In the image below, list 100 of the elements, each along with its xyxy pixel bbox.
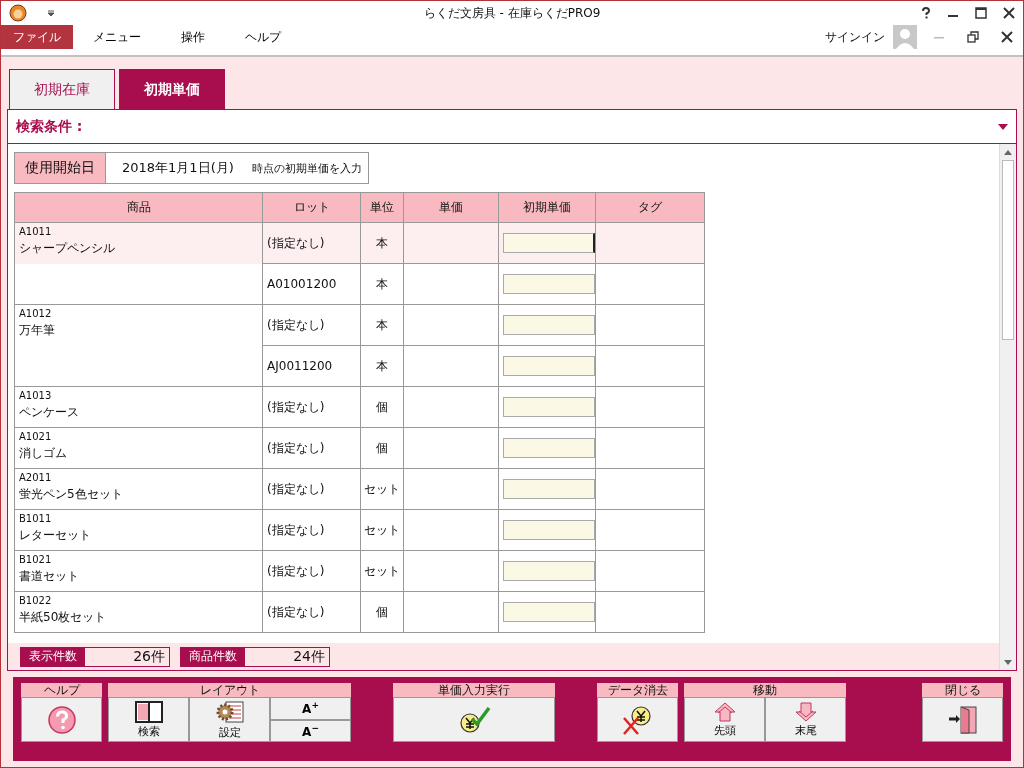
font-size-button[interactable]: A$^{−}$ bbox=[270, 719, 351, 742]
count-label: 商品件数 bbox=[181, 647, 245, 666]
initial-price-input[interactable] bbox=[503, 520, 595, 540]
unit-cell: セット bbox=[364, 564, 400, 578]
sign-in-link[interactable]: サインイン bbox=[825, 28, 885, 46]
initial-price-input[interactable] bbox=[503, 233, 595, 253]
split-pane-icon bbox=[134, 700, 163, 723]
search-conditions-label: 検索条件 : bbox=[16, 117, 83, 136]
font-size-button[interactable]: A$^{+}$ bbox=[270, 697, 351, 720]
product-name: 万年筆 bbox=[19, 323, 56, 338]
product-name: 消しゴム bbox=[19, 446, 68, 461]
initial-price-input[interactable] bbox=[503, 356, 595, 376]
tab[interactable]: 初期単価 bbox=[119, 69, 225, 109]
tab[interactable]: 初期在庫 bbox=[9, 69, 115, 109]
unit-cell: 個 bbox=[376, 441, 388, 455]
initial-price-input[interactable] bbox=[503, 438, 595, 458]
help-icon[interactable] bbox=[921, 7, 931, 19]
first-button[interactable]: 先頭 bbox=[684, 697, 765, 742]
last-button[interactable]: 末尾 bbox=[765, 697, 846, 742]
gear-sheet-icon bbox=[214, 699, 245, 724]
yen-check-icon bbox=[457, 704, 491, 735]
column-header: タグ bbox=[595, 192, 705, 223]
group-label: データ消去 bbox=[597, 683, 678, 697]
group-label: 単価入力実行 bbox=[393, 683, 555, 697]
product-code: A2011 bbox=[19, 471, 53, 484]
start-date-note: 時点の初期単価を入力 bbox=[252, 160, 363, 177]
product-name: 書道セット bbox=[19, 569, 80, 584]
initial-price-input[interactable] bbox=[503, 561, 595, 581]
lot-cell: (指定なし) bbox=[267, 523, 325, 537]
initial-price-input[interactable] bbox=[503, 479, 595, 499]
file-tab[interactable]: ファイル bbox=[1, 25, 73, 49]
column-header: 商品 bbox=[14, 192, 263, 223]
restore-icon[interactable] bbox=[967, 31, 979, 43]
unit-cell: 本 bbox=[376, 277, 388, 291]
initial-price-input[interactable] bbox=[503, 315, 595, 335]
group-label: 閉じる bbox=[922, 683, 1003, 697]
lot-cell: (指定なし) bbox=[267, 605, 325, 619]
scroll-thumb[interactable] bbox=[1002, 160, 1014, 340]
product-code: B1021 bbox=[19, 553, 53, 566]
product-name: シャープペンシル bbox=[19, 241, 116, 256]
product-name: 蛍光ペン5色セット bbox=[19, 487, 124, 502]
lot-cell: (指定なし) bbox=[267, 564, 325, 578]
lot-cell: AJ0011200 bbox=[267, 359, 333, 373]
lot-cell: A01001200 bbox=[267, 277, 337, 291]
product-name: 半紙50枚セット bbox=[19, 610, 108, 625]
product-code: A1021 bbox=[19, 430, 53, 443]
count-label: 表示件数 bbox=[21, 647, 85, 666]
maximize-icon[interactable] bbox=[975, 7, 987, 19]
close-icon[interactable] bbox=[1001, 31, 1013, 43]
unit-cell: 本 bbox=[376, 318, 388, 332]
help-button[interactable] bbox=[21, 697, 102, 742]
column-header: 初期単価 bbox=[498, 192, 596, 223]
initial-price-input[interactable] bbox=[503, 274, 595, 294]
product-name: ペンケース bbox=[19, 405, 80, 420]
unit-cell: 本 bbox=[376, 359, 388, 373]
group-label: 移動 bbox=[684, 683, 846, 697]
unit-cell: 個 bbox=[376, 400, 388, 414]
down-chevron-icon bbox=[794, 701, 817, 722]
scroll-down-icon[interactable] bbox=[1004, 659, 1012, 665]
close-icon[interactable] bbox=[1003, 7, 1015, 19]
unit-cell: セット bbox=[364, 482, 400, 496]
lot-cell: (指定なし) bbox=[267, 441, 325, 455]
vertical-scrollbar[interactable] bbox=[999, 144, 1016, 670]
search-button[interactable]: 検索 bbox=[108, 697, 189, 742]
product-name: レターセット bbox=[19, 528, 92, 543]
unit-cell: 個 bbox=[376, 605, 388, 619]
menu-item[interactable]: メニュー bbox=[73, 25, 161, 49]
lot-cell: (指定なし) bbox=[267, 400, 325, 414]
initial-price-input[interactable] bbox=[503, 602, 595, 622]
window-title: らくだ文房具 - 在庫らくだPRO9 bbox=[423, 5, 601, 20]
app-logo-icon bbox=[9, 4, 27, 22]
start-date-value: 2018年1月1日(月) bbox=[121, 159, 235, 177]
product-code: A1011 bbox=[19, 225, 53, 238]
execute-button[interactable] bbox=[393, 697, 555, 742]
column-header: 単位 bbox=[360, 192, 404, 223]
lot-cell: (指定なし) bbox=[267, 236, 325, 250]
dropdown-arrow-icon[interactable] bbox=[998, 123, 1008, 130]
lot-cell: (指定なし) bbox=[267, 482, 325, 496]
menu-item[interactable]: 操作 bbox=[161, 25, 225, 49]
column-header: ロット bbox=[262, 192, 361, 223]
product-code: A1013 bbox=[19, 389, 53, 402]
help-icon bbox=[46, 704, 77, 735]
up-chevron-icon bbox=[713, 701, 736, 722]
scroll-up-icon[interactable] bbox=[1004, 149, 1012, 155]
close-button[interactable] bbox=[922, 697, 1003, 742]
quick-access-caret-icon[interactable] bbox=[47, 9, 55, 17]
menu-item[interactable]: ヘルプ bbox=[225, 25, 301, 49]
settings-button[interactable]: 設定 bbox=[189, 697, 270, 742]
group-label: ヘルプ bbox=[21, 683, 102, 697]
unit-cell: 本 bbox=[376, 236, 388, 250]
exit-door-icon bbox=[946, 704, 979, 735]
group-label: レイアウト bbox=[108, 683, 351, 697]
product-code: A1012 bbox=[19, 307, 53, 320]
initial-price-input[interactable] bbox=[503, 397, 595, 417]
unit-cell: セット bbox=[364, 523, 400, 537]
product-code: B1011 bbox=[19, 512, 53, 525]
column-header: 単価 bbox=[403, 192, 499, 223]
start-date-label: 使用開始日 bbox=[15, 153, 106, 183]
delete-button[interactable] bbox=[597, 697, 678, 742]
lot-cell: (指定なし) bbox=[267, 318, 325, 332]
